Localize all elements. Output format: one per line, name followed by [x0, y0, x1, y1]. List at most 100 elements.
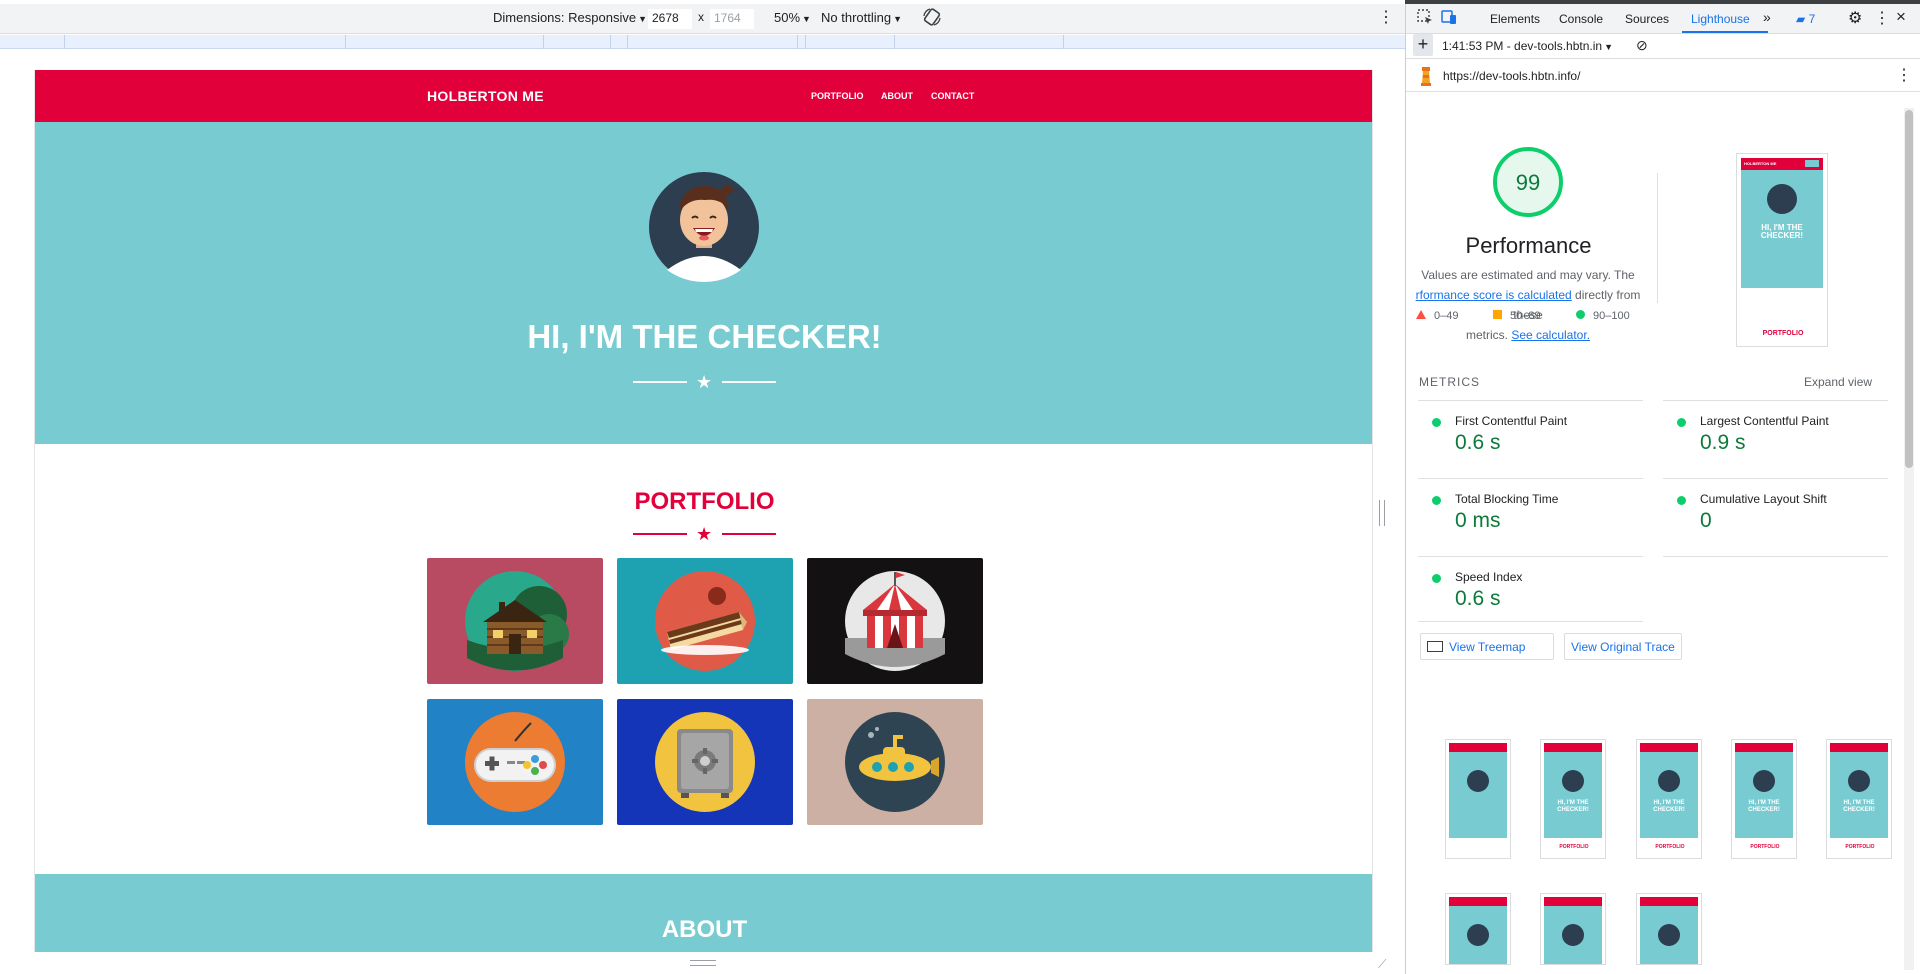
view-trace-button[interactable]: View Original Trace — [1564, 633, 1682, 660]
filmstrip-frame-avatar — [1467, 924, 1489, 946]
device-toggle-icon[interactable] — [1440, 8, 1458, 29]
portfolio-tile-cake[interactable] — [617, 558, 793, 684]
filmstrip-frame: HI, I'M THE CHECKER! PORTFOLIO — [1826, 739, 1892, 859]
resize-handle-right[interactable] — [1379, 500, 1385, 526]
expand-view-toggle[interactable]: Expand view — [1804, 375, 1872, 389]
metric-cls: Cumulative Layout Shift 0 — [1663, 478, 1888, 542]
filmstrip-frame-portfolio-title: PORTFOLIO — [1845, 844, 1875, 850]
final-screenshot-thumbnail: HOLBERTON ME HI, I'M THE CHECKER! PORTFO… — [1736, 153, 1828, 347]
about-section: ABOUT — [35, 874, 1372, 952]
nav-link-portfolio[interactable]: PORTFOLIO — [811, 91, 864, 101]
portfolio-divider-right — [722, 533, 776, 535]
pass-dot-icon — [1432, 574, 1441, 583]
metric-row-divider — [1663, 556, 1888, 557]
ruler-tick — [627, 35, 628, 49]
inspect-element-icon[interactable] — [1416, 8, 1434, 29]
star-icon: ★ — [696, 524, 713, 544]
filmstrip-frame-hero-title: HI, I'M THE CHECKER! — [1653, 800, 1685, 813]
view-treemap-button[interactable]: View Treemap — [1420, 633, 1554, 660]
portfolio-tile-circus[interactable] — [807, 558, 983, 684]
issues-count: 7 — [1808, 12, 1816, 26]
filmstrip-frame-hero — [1449, 906, 1507, 964]
height-input[interactable]: 1764 — [710, 9, 754, 29]
more-tabs-icon[interactable]: » — [1763, 9, 1771, 25]
filmstrip-frame: HI, I'M THE CHECKER! PORTFOLIO — [1636, 739, 1702, 859]
report-scrollbar-thumb[interactable] — [1905, 110, 1913, 468]
report-url-bar: https://dev-tools.hbtn.info/ ⋮ — [1406, 60, 1920, 92]
filmstrip-frame-avatar — [1848, 770, 1870, 792]
rotate-icon[interactable] — [922, 7, 942, 30]
thumb-hero-title: HI, I'M THE CHECKER! — [1760, 223, 1804, 240]
active-tab-indicator — [1682, 31, 1768, 33]
ruler-tick — [610, 35, 611, 49]
thumb-avatar — [1767, 184, 1797, 214]
zoom-dropdown[interactable]: 50% ▼ — [774, 10, 811, 25]
issues-icon: ▰ — [1796, 12, 1806, 26]
tab-lighthouse[interactable]: Lighthouse — [1691, 12, 1750, 26]
ruler-tick — [805, 35, 806, 49]
treemap-icon — [1427, 641, 1443, 652]
report-url[interactable]: https://dev-tools.hbtn.info/ — [1443, 69, 1580, 83]
close-devtools-icon[interactable]: × — [1896, 7, 1906, 27]
report-selector[interactable]: 1:41:53 PM - dev-tools.hbtn.in ▼ — [1442, 39, 1613, 53]
metric-label: First Contentful Paint — [1455, 414, 1568, 428]
filmstrip-frame-header — [1544, 897, 1602, 906]
more-options-icon[interactable]: ⋮ — [1378, 7, 1394, 27]
clear-reports-icon[interactable]: ⊘ — [1636, 37, 1648, 54]
metric-value: 0 ms — [1455, 509, 1501, 532]
filmstrip-frame-avatar — [1467, 770, 1489, 792]
hero-divider-left — [633, 381, 687, 383]
filmstrip-frame-avatar — [1658, 924, 1680, 946]
metric-lcp: Largest Contentful Paint 0.9 s — [1663, 400, 1888, 464]
filmstrip-frame-avatar — [1753, 770, 1775, 792]
legend-pass-label: 90–100 — [1593, 310, 1630, 322]
game-controller-icon — [465, 712, 565, 812]
width-input[interactable]: 2678 — [648, 9, 692, 29]
throttling-value: No throttling — [821, 10, 892, 25]
submarine-icon — [845, 712, 945, 812]
portfolio-tile-cabin[interactable] — [427, 558, 603, 684]
more-options-icon[interactable]: ⋮ — [1874, 8, 1890, 28]
settings-gear-icon[interactable]: ⚙ — [1848, 8, 1862, 28]
issues-badge[interactable]: ▰ 7 — [1796, 12, 1815, 26]
legend-average-label: 50–89 — [1510, 310, 1541, 322]
filmstrip-frame-hero — [1640, 906, 1698, 964]
portfolio-tile-game[interactable] — [427, 699, 603, 825]
portfolio-tile-submarine[interactable] — [807, 699, 983, 825]
view-trace-label: View Original Trace — [1571, 640, 1675, 654]
throttling-dropdown[interactable]: No throttling ▼ — [821, 10, 902, 25]
nav-link-contact[interactable]: CONTACT — [931, 91, 974, 101]
see-calculator-link[interactable]: See calculator. — [1511, 328, 1590, 342]
report-menu-icon[interactable]: ⋮ — [1896, 65, 1912, 85]
portfolio-tile-safe[interactable] — [617, 699, 793, 825]
pass-dot-icon — [1677, 496, 1686, 505]
resize-handle-corner-icon[interactable]: ⟋ — [1378, 957, 1386, 972]
dimensions-dropdown[interactable]: Dimensions: Responsive ▼ — [493, 10, 647, 25]
nav-link-about[interactable]: ABOUT — [881, 91, 913, 101]
score-calculation-link[interactable]: rformance score is calculated — [1416, 288, 1572, 302]
new-report-plus-icon[interactable]: + — [1413, 34, 1433, 56]
caret-down-icon: ▼ — [893, 14, 903, 24]
tab-elements[interactable]: Elements — [1490, 12, 1540, 26]
devtools-tab-bar: Elements Console Sources Lighthouse » ▰ … — [1406, 4, 1920, 34]
legend-fail: 0–49 — [1416, 310, 1458, 322]
devtools-panel: Elements Console Sources Lighthouse » ▰ … — [1405, 4, 1920, 974]
triangle-icon — [1416, 310, 1426, 319]
metric-value: 0.6 s — [1455, 587, 1501, 610]
filmstrip-frame-header — [1640, 743, 1698, 752]
device-toolbar: Dimensions: Responsive ▼ 2678 x 1764 50% ▼… — [0, 4, 1405, 34]
tab-console[interactable]: Console — [1559, 12, 1603, 26]
site-brand[interactable]: HOLBERTON ME — [427, 88, 544, 104]
safe-icon — [655, 712, 755, 812]
filmstrip-frame-header — [1449, 897, 1507, 906]
caret-down-icon: ▼ — [1604, 42, 1614, 52]
circus-tent-icon — [845, 571, 945, 671]
pass-dot-icon — [1432, 496, 1441, 505]
metric-value: 0.9 s — [1700, 431, 1746, 454]
tab-sources[interactable]: Sources — [1625, 12, 1669, 26]
hero-section: HI, I'M THE CHECKER! ★ — [35, 122, 1372, 444]
resize-handle-bottom[interactable] — [690, 960, 716, 966]
metric-value: 0 — [1700, 509, 1712, 532]
square-icon — [1493, 310, 1502, 319]
portfolio-title: PORTFOLIO — [634, 488, 775, 515]
